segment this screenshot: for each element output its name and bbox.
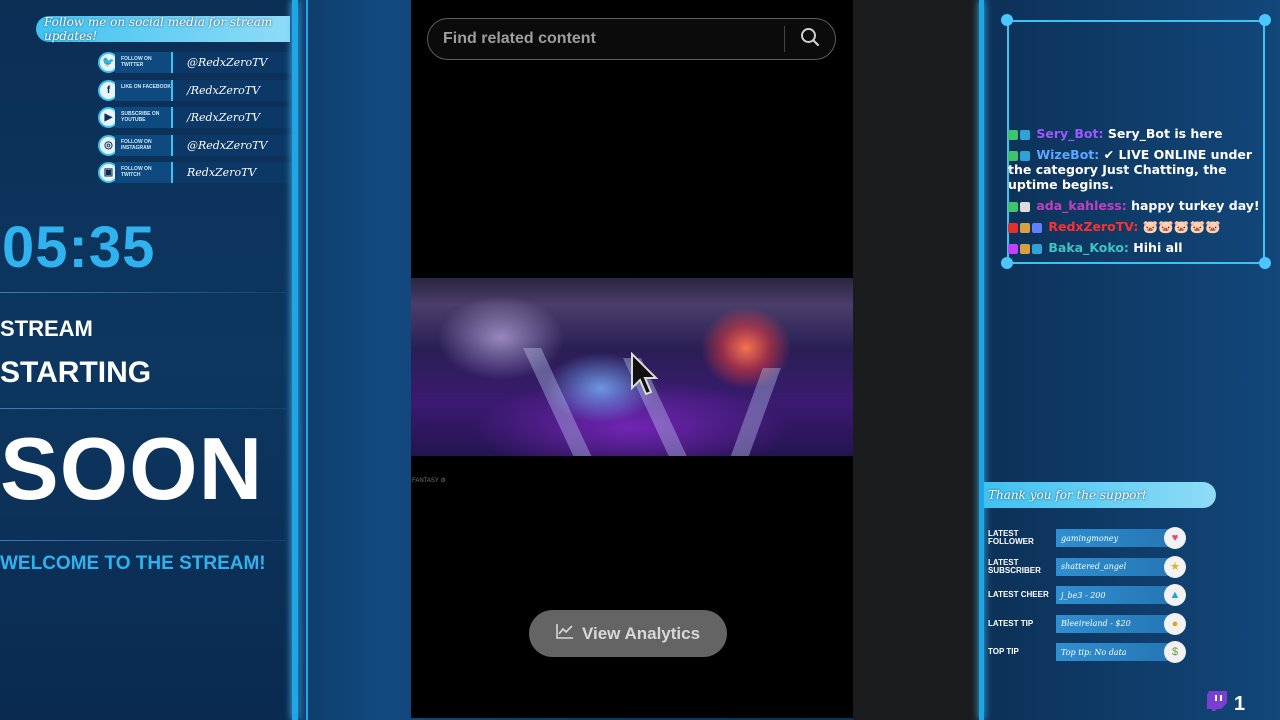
support-value: gamingmoney [1056, 529, 1168, 547]
left-overlay-panel: Follow me on social media for stream upd… [0, 0, 300, 720]
social-row: ▣ FOLLOW ON TWITCH RedxZeroTV [98, 162, 292, 183]
star-icon: ★ [1164, 555, 1186, 578]
left-neon-border [292, 0, 298, 720]
twitch-icon [1206, 690, 1228, 718]
mouse-cursor-icon [630, 351, 660, 403]
chat-badge-icon [1032, 222, 1042, 233]
chat-message: ada_kahless: happy turkey day! [1008, 198, 1268, 213]
chat-badge-icon [1020, 201, 1030, 212]
frame-corner-dot [1001, 14, 1013, 26]
social-row: f LIKE ON FACEBOOK /RedxZeroTV [98, 79, 292, 101]
social-banner: Follow me on social media for stream upd… [36, 15, 290, 43]
support-label: TOP TIP [988, 647, 1019, 656]
chat-badge-icon [1020, 129, 1030, 140]
chat-username: ada_kahless: [1032, 198, 1132, 213]
view-analytics-button[interactable]: View Analytics [529, 610, 727, 657]
chat-badge-icon [1020, 243, 1030, 254]
viewer-count-value: 1 [1234, 692, 1246, 715]
support-row: LATEST TIP Bleeireland - $20 ● [988, 612, 1188, 636]
support-value: j_be3 - 200 [1056, 586, 1168, 604]
viewer-count: 1 [1206, 690, 1245, 718]
divider [0, 292, 286, 293]
support-value: Bleeireland - $20 [1056, 614, 1168, 633]
chat-badge-icon [1020, 222, 1030, 233]
search-button[interactable] [785, 19, 835, 59]
divider [0, 408, 286, 409]
support-banner: Thank you for the support [984, 482, 1216, 508]
support-label: LATEST CHEER [988, 590, 1049, 599]
soon-label: SOON [0, 419, 264, 518]
social-handle: RedxZeroTV [171, 162, 292, 183]
social-row: ◎ FOLLOW ON INSTAGRAM @RedxZeroTV [98, 134, 292, 156]
search-input[interactable] [428, 30, 784, 48]
chat-username: Sery_Bot: [1032, 126, 1108, 141]
video-caption: FANTASY ⚙ [412, 478, 446, 484]
chat-username: RedxZeroTV: [1044, 219, 1143, 234]
social-row: 🐦 FOLLOW ON TWITTER @RedxZeroTV [98, 52, 292, 73]
side-strip [853, 0, 979, 720]
search-icon [800, 27, 820, 52]
support-value: shattered_angel [1056, 557, 1168, 576]
support-value: Top tip: No data [1056, 643, 1168, 661]
support-row: LATEST SUBSCRIBER shattered_angel ★ [988, 555, 1188, 579]
chat-message: Baka_Koko: Hihi all [1008, 240, 1268, 255]
view-analytics-label: View Analytics [581, 623, 701, 643]
social-label: FOLLOW ON INSTAGRAM [115, 134, 171, 156]
chat-text: 🐷🐷🐷🐷🐷 [1142, 219, 1221, 234]
left-neon-border-thin [306, 0, 308, 720]
chat-message: WizeBot: ✔ LIVE ONLINE under the categor… [1008, 147, 1268, 192]
chat-text: happy turkey day! [1131, 198, 1260, 213]
support-label: LATEST TIP [988, 618, 1034, 628]
chat-badge-icon [1008, 222, 1018, 233]
social-handle: @RedxZeroTV [171, 134, 292, 156]
chat-message: Sery_Bot: Sery_Bot is here [1008, 126, 1268, 141]
social-label: FOLLOW ON TWITCH [115, 162, 171, 183]
gem-icon: ▲ [1164, 584, 1186, 606]
support-label: LATEST FOLLOWER [988, 529, 1034, 546]
light-beam [523, 348, 597, 456]
chat-message: RedxZeroTV: 🐷🐷🐷🐷🐷 [1008, 219, 1268, 234]
social-row: ▶ SUBSCRIBE ON YOUTUBE /RedxZeroTV [98, 107, 292, 128]
social-handle: /RedxZeroTV [171, 79, 292, 101]
social-handle: /RedxZeroTV [171, 107, 292, 128]
chat-badge-icon [1032, 243, 1042, 254]
chat-badge-icon [1020, 150, 1030, 161]
support-row: TOP TIP Top tip: No data $ [988, 640, 1188, 664]
starting-label: STARTING [0, 356, 152, 389]
chat-feed: Sery_Bot: Sery_Bot is here WizeBot: ✔ LI… [1008, 126, 1268, 261]
support-row: LATEST CHEER j_be3 - 200 ▲ [988, 583, 1188, 607]
support-label: LATEST SUBSCRIBER [988, 557, 1041, 575]
divider [0, 540, 286, 541]
support-row: LATEST FOLLOWER gamingmoney ♥ [988, 526, 1188, 550]
countdown-timer: 05:35 [2, 215, 156, 280]
coin-icon: ● [1164, 612, 1186, 635]
chat-badge-icon [1008, 201, 1018, 212]
welcome-label: WELCOME TO THE STREAM! [0, 553, 266, 574]
light-beam [719, 368, 781, 456]
right-neon-border [979, 0, 984, 720]
frame-corner-dot [1259, 14, 1271, 26]
search-bar [427, 18, 836, 60]
moneybag-icon: $ [1164, 641, 1186, 663]
chat-badge-icon [1008, 150, 1018, 161]
heart-icon: ♥ [1164, 527, 1186, 549]
chat-username: WizeBot: [1032, 147, 1104, 162]
chat-username: Baka_Koko: [1044, 240, 1134, 255]
chat-badge-icon [1008, 243, 1018, 254]
stream-label: STREAM [0, 316, 93, 341]
chat-badge-icon [1008, 129, 1018, 140]
chat-text: Hihi all [1133, 240, 1183, 255]
social-label: LIKE ON FACEBOOK [115, 79, 171, 101]
analytics-chart-icon [556, 623, 574, 644]
social-handle: @RedxZeroTV [171, 52, 292, 73]
chat-text: Sery_Bot is here [1107, 126, 1223, 141]
social-label: FOLLOW ON TWITTER [115, 52, 171, 73]
social-label: SUBSCRIBE ON YOUTUBE [115, 107, 171, 128]
